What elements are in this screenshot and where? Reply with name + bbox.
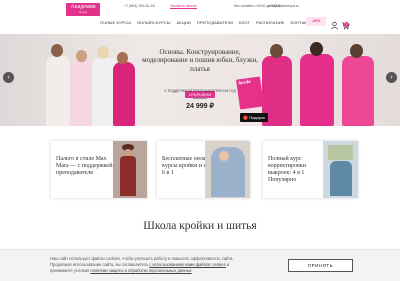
course-card-2[interactable]: Бесплатные онлайн-курсы кройки и шитья 6… bbox=[157, 141, 250, 198]
course-card-3[interactable]: Полный курс корректировки выкроек: 4 в 1… bbox=[263, 141, 358, 198]
slider-prev-button[interactable]: ‹ bbox=[3, 72, 14, 83]
hero-title: Основы. Конструирование, моделирование и… bbox=[142, 48, 258, 73]
course-card-image bbox=[113, 141, 147, 198]
nav-item-promotions[interactable]: Акции bbox=[177, 20, 191, 25]
privacy-policy-link[interactable]: политики защиты и обработки персональных… bbox=[90, 268, 191, 273]
accept-cookies-button[interactable]: ПРИНЯТЬ bbox=[288, 259, 353, 272]
course-card-image bbox=[323, 141, 358, 198]
gift-badge: 🎁 Подарок bbox=[240, 113, 268, 122]
cookie-banner: Наш сайт использует файлы cookies, чтобы… bbox=[0, 249, 400, 281]
hero-slider[interactable]: Основы. Конструирование, моделирование и… bbox=[0, 34, 400, 126]
slider-next-button[interactable]: › bbox=[386, 72, 397, 83]
cookie-text: Наш сайт использует файлы cookies, чтобы… bbox=[50, 256, 234, 273]
callback-link[interactable]: Заказать звонок bbox=[170, 4, 197, 8]
main-nav: Очные курсы Онлайн-курсы Акции Преподава… bbox=[100, 20, 313, 25]
course-card-1[interactable]: Пальто в стиле Max Mara — с поддержкой п… bbox=[51, 141, 147, 198]
cookie-policy-link[interactable]: с использованием нами файлов cookies bbox=[149, 262, 225, 267]
email-link[interactable]: info@akademiya.ru bbox=[268, 4, 299, 8]
course-card-title: Пальто в стиле Max Mara — с поддержкой п… bbox=[56, 156, 113, 176]
promo-badge[interactable]: -20% bbox=[306, 17, 326, 26]
nav-item-blog[interactable]: Блог bbox=[239, 20, 250, 25]
phone-link[interactable]: +7 (863) 303-61-04 bbox=[124, 4, 155, 8]
section-title: Школа кройки и шитья bbox=[143, 220, 257, 232]
nav-item-offline-courses[interactable]: Очные курсы bbox=[100, 20, 131, 25]
logo-sub: моды bbox=[78, 10, 88, 14]
nav-item-online-courses[interactable]: Онлайн-курсы bbox=[137, 20, 171, 25]
cart-count-badge: 0 bbox=[344, 22, 349, 27]
site-logo[interactable]: Академия моды bbox=[66, 3, 100, 16]
course-card-image bbox=[205, 141, 250, 198]
site-header: Академия моды +7 (863) 303-61-04 Заказат… bbox=[0, 0, 400, 34]
nav-item-teachers[interactable]: Преподаватели bbox=[197, 20, 233, 25]
course-card-title: Полный курс корректировки выкроек: 4 в 1… bbox=[268, 156, 306, 183]
nav-item-schedule[interactable]: Расписание bbox=[256, 20, 285, 25]
magazine-image: burda bbox=[236, 76, 264, 110]
user-icon[interactable] bbox=[330, 17, 339, 30]
